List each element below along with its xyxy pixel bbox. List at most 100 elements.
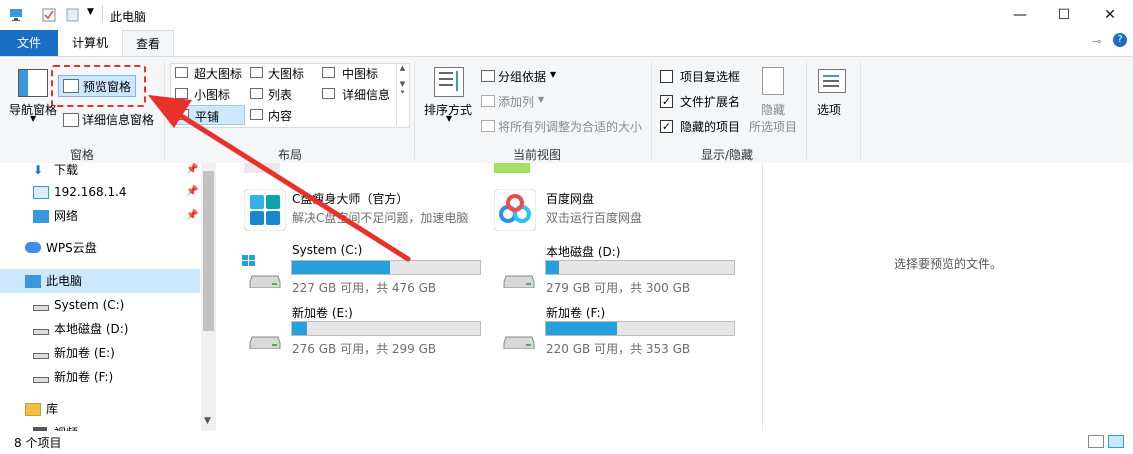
layout-small[interactable]: 小图标 (194, 86, 230, 103)
drive-usage-fill (292, 322, 308, 335)
drive-usage-bar (545, 260, 735, 275)
nav-item-network-share[interactable]: 192.168.1.4 📌 (0, 180, 200, 204)
nav-pane-dropdown-icon[interactable]: ▼ (30, 114, 36, 123)
nav-item-libraries[interactable]: 库 (0, 397, 200, 421)
file-extensions-label: 文件扩展名 (680, 95, 741, 109)
layout-group-label: 布局 (277, 148, 302, 162)
tab-computer[interactable]: 计算机 (62, 30, 118, 56)
nav-scrollbar-thumb[interactable] (203, 171, 214, 331)
nav-item-this-pc[interactable]: 此电脑 (0, 269, 200, 293)
drive-size: 276 GB 可用，共 299 GB (292, 342, 437, 356)
add-columns-dropdown-icon[interactable]: ▼ (538, 95, 544, 104)
drive-size: 279 GB 可用，共 300 GB (546, 281, 691, 295)
drive-icon (33, 329, 49, 335)
drive-name: System (C:) (292, 243, 363, 257)
group-divider (806, 61, 807, 159)
preview-empty-text: 选择要预览的文件。 (894, 257, 1003, 271)
drive-tile-e[interactable]: 新加卷 (E:) 276 GB 可用，共 299 GB (240, 304, 485, 356)
app-tile-baidu-netdisk[interactable]: 百度网盘 双击运行百度网盘 (492, 187, 740, 233)
drive-tile-c[interactable]: System (C:) 227 GB 可用，共 476 GB (240, 243, 485, 295)
sort-by-icon (434, 67, 464, 97)
preview-pane: 选择要预览的文件。 (762, 163, 1133, 431)
nav-pane-icon (18, 69, 48, 97)
group-divider (860, 61, 861, 159)
drive-icon (33, 305, 49, 311)
layout-medium[interactable]: 中图标 (342, 65, 378, 82)
options-button[interactable]: 选项 (817, 101, 841, 118)
nav-item-downloads[interactable]: ⬇ 下载 📌 (0, 158, 200, 182)
large-icons-view-icon[interactable] (1108, 435, 1124, 448)
c-cleaner-icon (244, 189, 286, 231)
app-name: C盘瘦身大师（官方） (292, 192, 409, 206)
title-bar: ▼ 此电脑 — ☐ ✕ (0, 0, 1133, 30)
group-divider (164, 61, 165, 159)
minimize-button[interactable]: — (997, 0, 1043, 30)
nav-item-videos[interactable]: 视频 (0, 421, 200, 431)
nav-item-network[interactable]: 网络 📌 (0, 204, 200, 228)
help-icon[interactable]: ? (1113, 33, 1127, 47)
layout-large[interactable]: 大图标 (268, 65, 304, 82)
pin-icon: 📌 (186, 186, 199, 197)
details-view-icon[interactable] (1088, 435, 1104, 448)
this-pc-icon (25, 275, 41, 288)
tab-file[interactable]: 文件 (0, 30, 58, 56)
details-icon (322, 88, 335, 99)
tab-view[interactable]: 查看 (122, 30, 174, 57)
hidden-items-checkbox[interactable]: ✓ (660, 120, 673, 133)
large-icons-icon (250, 67, 263, 78)
drive-tile-f[interactable]: 新加卷 (F:) 220 GB 可用，共 353 GB (494, 304, 739, 356)
group-divider (414, 61, 415, 159)
hide-selected-button[interactable]: 隐藏 (761, 101, 785, 118)
layout-content[interactable]: 内容 (268, 107, 292, 124)
pin-ribbon-icon[interactable]: ⊸ (1092, 35, 1101, 48)
this-pc-icon (10, 9, 22, 21)
nav-item-drive-c[interactable]: System (C:) (0, 293, 200, 317)
add-columns-button[interactable]: 添加列 (498, 93, 534, 110)
pin-icon: 📌 (186, 210, 199, 221)
group-by-button[interactable]: 分组依据 (498, 68, 546, 85)
windows-drive-icon (249, 275, 281, 288)
small-icons-icon (175, 88, 188, 99)
nav-item-drive-f[interactable]: 新加卷 (F:) (0, 365, 200, 389)
show-hide-group-label: 显示/隐藏 (700, 148, 754, 162)
new-folder-icon[interactable] (66, 8, 80, 22)
layout-tiles-label: 平铺 (195, 110, 220, 124)
drive-tile-d[interactable]: 本地磁盘 (D:) 279 GB 可用，共 300 GB (494, 243, 739, 295)
nav-item-drive-d[interactable]: 本地磁盘 (D:) (0, 317, 200, 341)
nav-scrollbar[interactable]: ▼ (201, 163, 216, 431)
ribbon-tabs: 文件 计算机 查看 ⊸ ? (0, 30, 1133, 57)
network-icon (33, 210, 49, 223)
item-checkboxes-checkbox[interactable] (660, 70, 673, 83)
layout-extra-large[interactable]: 超大图标 (194, 65, 242, 82)
app-tile-c-cleaner[interactable]: C盘瘦身大师（官方） 解决C盘空间不足问题，加速电脑 (240, 187, 488, 233)
pin-icon: 📌 (186, 164, 199, 175)
drive-usage-fill (546, 261, 560, 274)
hide-selected-icon (762, 67, 784, 95)
add-columns-icon (481, 95, 495, 107)
properties-icon[interactable] (42, 8, 56, 22)
sort-by-dropdown-icon[interactable]: ▼ (446, 114, 452, 123)
drive-name: 本地磁盘 (D:) (546, 245, 621, 259)
details-pane-button[interactable]: 详细信息窗格 (82, 111, 154, 128)
options-icon (818, 69, 846, 93)
group-by-icon (481, 70, 495, 82)
drive-size: 227 GB 可用，共 476 GB (292, 281, 437, 295)
close-button[interactable]: ✕ (1087, 0, 1133, 30)
nav-item-wps-cloud[interactable]: WPS云盘 (0, 236, 200, 260)
layout-details[interactable]: 详细信息 (342, 86, 390, 103)
scroll-down-icon[interactable]: ▼ (204, 416, 211, 426)
nav-item-drive-e[interactable]: 新加卷 (E:) (0, 341, 200, 365)
app-name: 百度网盘 (546, 192, 595, 206)
quick-access-dropdown-icon[interactable]: ▼ (87, 7, 94, 17)
size-all-columns-button[interactable]: 将所有列调整为合适的大小 (498, 118, 642, 135)
file-extensions-checkbox[interactable]: ✓ (660, 95, 673, 108)
baidu-netdisk-icon (494, 189, 536, 231)
layout-gallery-scroller[interactable]: ▲ ▼ ▾ (396, 64, 408, 125)
layout-list[interactable]: 列表 (268, 86, 292, 103)
content-icon (250, 109, 263, 120)
list-icon (250, 88, 263, 99)
maximize-button[interactable]: ☐ (1041, 0, 1087, 30)
drive-icon (33, 377, 49, 383)
layout-tiles-selected[interactable]: 平铺 (172, 105, 245, 125)
group-by-dropdown-icon[interactable]: ▼ (550, 70, 556, 79)
